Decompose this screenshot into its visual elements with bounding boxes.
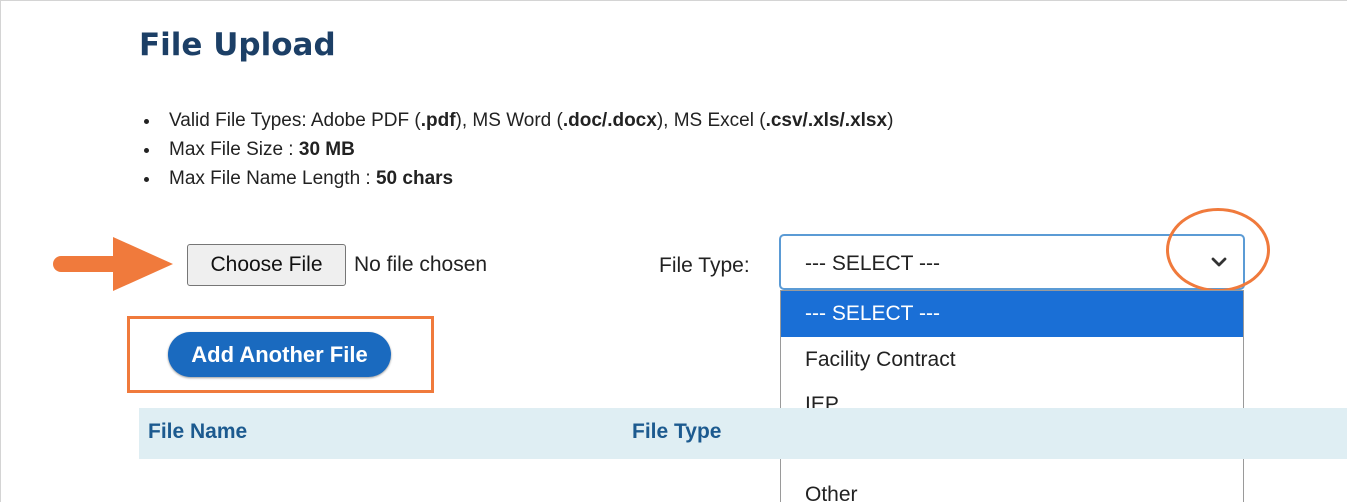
choose-file-button[interactable]: Choose File bbox=[187, 244, 346, 286]
file-type-dropdown-list: --- SELECT --- Facility Contract IEP Che… bbox=[780, 290, 1244, 502]
file-upload-page: File Upload Valid File Types: Adobe PDF … bbox=[0, 0, 1347, 502]
page-title: File Upload bbox=[139, 27, 336, 63]
rule-valid-file-types: Valid File Types: Adobe PDF (.pdf), MS W… bbox=[139, 106, 893, 135]
dropdown-highlight-circle bbox=[1166, 208, 1270, 292]
column-header-file-name: File Name bbox=[148, 420, 248, 443]
file-type-label: File Type: bbox=[659, 254, 750, 277]
dropdown-option-other[interactable]: Other bbox=[781, 472, 1243, 502]
file-status-text: No file chosen bbox=[354, 253, 488, 276]
add-another-file-button[interactable]: Add Another File bbox=[168, 332, 391, 377]
rule-max-file-size: Max File Size : 30 MB bbox=[139, 135, 893, 164]
files-table-header: File Name File Type bbox=[139, 408, 1347, 459]
upload-rules-list: Valid File Types: Adobe PDF (.pdf), MS W… bbox=[139, 106, 893, 193]
column-header-file-type: File Type bbox=[632, 420, 722, 443]
dropdown-option-facility-contract[interactable]: Facility Contract bbox=[781, 337, 1243, 382]
arrow-right-icon bbox=[53, 237, 173, 291]
dropdown-option-select[interactable]: --- SELECT --- bbox=[781, 291, 1243, 337]
rule-max-file-name-length: Max File Name Length : 50 chars bbox=[139, 164, 893, 193]
file-type-select-value: --- SELECT --- bbox=[805, 252, 940, 275]
